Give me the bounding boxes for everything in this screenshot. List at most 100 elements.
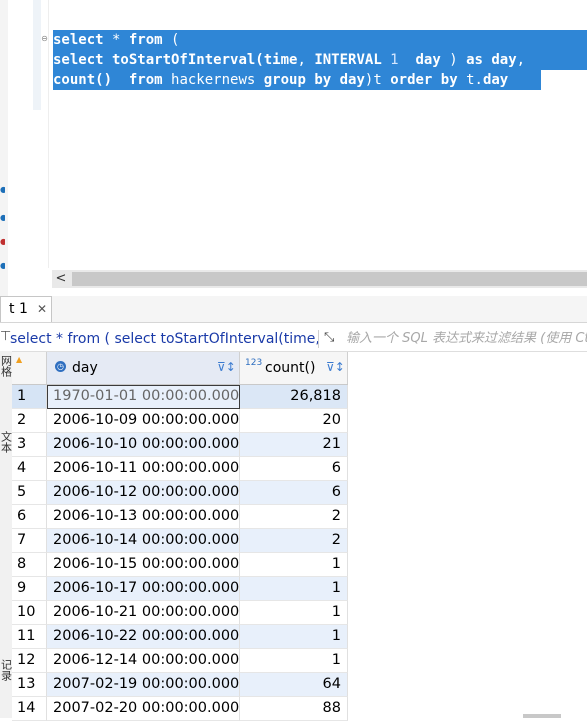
row-number[interactable]: 2 <box>12 409 47 433</box>
cell-count[interactable]: 64 <box>240 673 348 697</box>
cell-count[interactable]: 1 <box>240 553 348 577</box>
cell-count[interactable]: 26,818 <box>240 385 348 409</box>
results-tabbar: t 1 ✕ <box>0 296 587 323</box>
row-number[interactable]: 10 <box>12 601 47 625</box>
table-row[interactable]: 6 2006-10-13 00:00:00.000 2 <box>12 505 348 529</box>
table-row[interactable]: 9 2006-10-17 00:00:00.000 1 <box>12 577 348 601</box>
nav-icon[interactable]: ● <box>0 238 5 246</box>
filter-sort-icon[interactable]: ⊽↕ <box>217 360 236 374</box>
cell-count[interactable]: 2 <box>240 529 348 553</box>
column-header-count[interactable]: 123 count() ⊽↕ <box>240 352 348 384</box>
cell-day[interactable]: 2007-02-20 00:00:00.000 <box>47 697 240 721</box>
editor-horizontal-scrollbar[interactable]: < <box>52 270 587 288</box>
table-row[interactable]: 5 2006-10-12 00:00:00.000 6 <box>12 481 348 505</box>
sql-token: time <box>263 52 298 68</box>
sql-editor[interactable]: select * from (select toStartOfInterval(… <box>53 30 587 90</box>
table-row[interactable]: 11 2006-10-22 00:00:00.000 1 <box>12 625 348 649</box>
sql-token: ) <box>440 52 467 68</box>
row-number[interactable]: 5 <box>12 481 47 505</box>
sql-token: from <box>128 72 163 88</box>
left-toolbar-strip: ● ● ● ● <box>0 0 8 296</box>
table-row[interactable]: 2 2006-10-09 00:00:00.000 20 <box>12 409 348 433</box>
cell-day[interactable]: 2006-10-09 00:00:00.000 <box>47 409 240 433</box>
cell-count[interactable]: 1 <box>240 625 348 649</box>
cell-day[interactable]: 2006-10-10 00:00:00.000 <box>47 433 240 457</box>
cell-day[interactable]: 1970-01-01 00:00:00.000 <box>47 385 240 409</box>
cell-day[interactable]: 2006-10-22 00:00:00.000 <box>47 625 240 649</box>
scrollbar-thumb[interactable] <box>72 272 587 286</box>
cell-count[interactable]: 88 <box>240 697 348 721</box>
cell-day[interactable]: 2006-10-21 00:00:00.000 <box>47 601 240 625</box>
row-number[interactable]: 11 <box>12 625 47 649</box>
row-number[interactable]: 14 <box>12 697 47 721</box>
sql-token: day <box>339 72 365 88</box>
row-number[interactable]: 4 <box>12 457 47 481</box>
table-row[interactable]: 4 2006-10-11 00:00:00.000 6 <box>12 457 348 481</box>
table-row[interactable]: 12 2006-12-14 00:00:00.000 1 <box>12 649 348 673</box>
row-number[interactable]: 1 <box>12 385 47 409</box>
sql-line[interactable]: select toStartOfInterval(time, INTERVAL … <box>53 50 587 70</box>
table-row[interactable]: 8 2006-10-15 00:00:00.000 1 <box>12 553 348 577</box>
row-number[interactable]: 8 <box>12 553 47 577</box>
row-number[interactable]: 13 <box>12 673 47 697</box>
sql-token: hackernews <box>162 72 264 88</box>
cell-day[interactable]: 2006-10-15 00:00:00.000 <box>47 553 240 577</box>
tab-label: t 1 <box>9 301 28 317</box>
sql-token: day <box>491 52 517 68</box>
sql-token: order by <box>390 72 458 88</box>
row-number[interactable]: 3 <box>12 433 47 457</box>
row-number[interactable]: 7 <box>12 529 47 553</box>
cell-day[interactable]: 2006-10-14 00:00:00.000 <box>47 529 240 553</box>
number-type-icon: 123 <box>245 358 263 368</box>
cell-day[interactable]: 2007-02-19 00:00:00.000 <box>47 673 240 697</box>
row-number-header[interactable]: ▲ <box>12 352 47 384</box>
scrollbar-thumb[interactable] <box>523 714 561 718</box>
table-row[interactable]: 10 2006-10-21 00:00:00.000 1 <box>12 601 348 625</box>
row-number[interactable]: 6 <box>12 505 47 529</box>
cell-count[interactable]: 20 <box>240 409 348 433</box>
cell-day[interactable]: 2006-10-12 00:00:00.000 <box>47 481 240 505</box>
cell-day[interactable]: 2006-10-11 00:00:00.000 <box>47 457 240 481</box>
sql-token: , <box>516 52 526 68</box>
cell-day[interactable]: 2006-10-17 00:00:00.000 <box>47 577 240 601</box>
cell-day[interactable]: 2006-10-13 00:00:00.000 <box>47 505 240 529</box>
tab-results[interactable]: t 1 ✕ <box>0 296 52 322</box>
cell-count[interactable]: 21 <box>240 433 348 457</box>
close-icon[interactable]: ✕ <box>37 297 47 321</box>
tab-record[interactable]: 记录 <box>0 659 13 683</box>
nav-icon[interactable]: ● <box>0 214 5 222</box>
sql-token: group by <box>263 72 332 88</box>
filter-query-text[interactable]: select * from ( select toStartOfInterval… <box>10 327 318 351</box>
scroll-left-icon[interactable]: < <box>52 270 70 288</box>
cell-count[interactable]: 2 <box>240 505 348 529</box>
sql-line[interactable]: select * from ( <box>53 30 587 50</box>
row-number[interactable]: 12 <box>12 649 47 673</box>
cell-day[interactable]: 2006-12-14 00:00:00.000 <box>47 649 240 673</box>
cell-count[interactable]: 1 <box>240 577 348 601</box>
nav-icon[interactable]: ● <box>0 186 5 194</box>
sql-line[interactable]: count() from hackernews group by day)t o… <box>53 70 541 90</box>
filter-sort-icon[interactable]: ⊽↕ <box>326 360 345 374</box>
table-row[interactable]: 13 2007-02-19 00:00:00.000 64 <box>12 673 348 697</box>
sql-token: count() <box>53 72 113 88</box>
expand-icon[interactable]: ⤡ <box>324 330 334 345</box>
row-number[interactable]: 9 <box>12 577 47 601</box>
sql-token: INTERVAL <box>314 52 382 68</box>
cell-count[interactable]: 6 <box>240 457 348 481</box>
nav-icon[interactable]: ● <box>0 262 5 270</box>
cell-count[interactable]: 6 <box>240 481 348 505</box>
table-row[interactable]: 14 2007-02-20 00:00:00.000 88 <box>12 697 348 721</box>
table-row[interactable]: 7 2006-10-14 00:00:00.000 2 <box>12 529 348 553</box>
column-header-day[interactable]: ◷ day ⊽↕ <box>47 352 240 384</box>
tab-grid[interactable]: 网格 <box>0 355 13 379</box>
table-row[interactable]: 3 2006-10-10 00:00:00.000 21 <box>12 433 348 457</box>
divider <box>318 330 319 348</box>
cell-count[interactable]: 1 <box>240 601 348 625</box>
table-row[interactable]: 1 1970-01-01 00:00:00.000 26,818 <box>12 385 348 409</box>
cell-count[interactable]: 1 <box>240 649 348 673</box>
filter-input[interactable]: 输入一个 SQL 表达式来过滤结果 (使用 Ctrl+Space) <box>346 327 587 351</box>
fold-collapse-icon[interactable]: ⊖ <box>40 34 49 43</box>
clock-icon: ◷ <box>55 361 66 372</box>
tab-text[interactable]: 文本 <box>0 431 13 455</box>
